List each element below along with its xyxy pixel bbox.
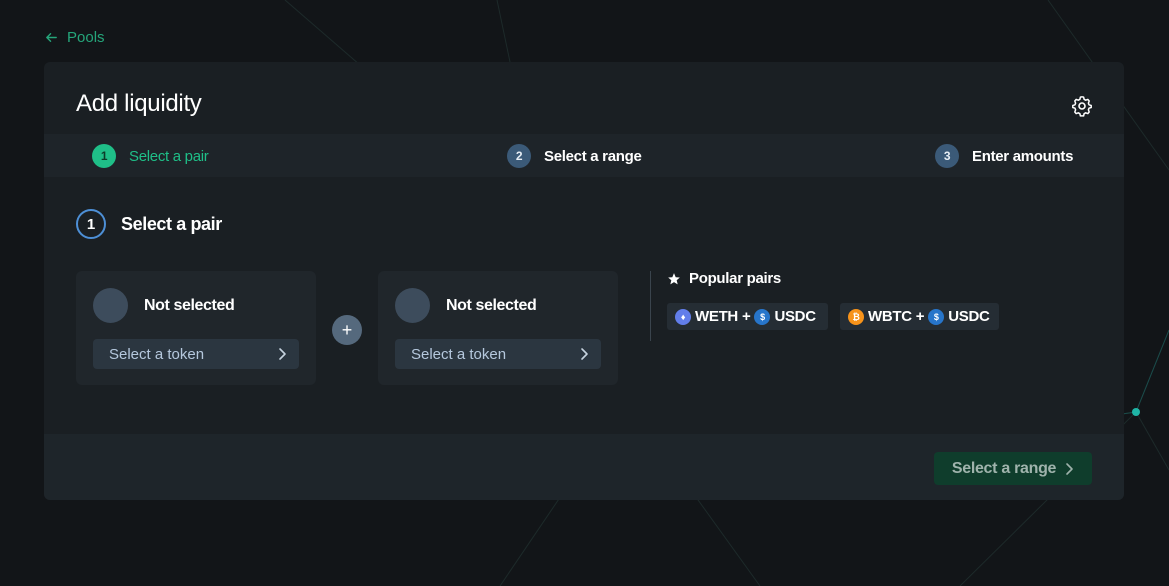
chevron-right-icon bbox=[581, 348, 588, 360]
usdc-icon: $ bbox=[754, 308, 771, 325]
chevron-right-icon bbox=[1066, 462, 1073, 475]
step-label: Enter amounts bbox=[972, 147, 1074, 165]
arrow-left-icon bbox=[46, 32, 57, 42]
token-placeholder-avatar bbox=[395, 288, 430, 323]
settings-gear-icon[interactable] bbox=[1070, 94, 1094, 118]
section-heading: 1 Select a pair bbox=[76, 209, 222, 239]
back-link-label: Pools bbox=[67, 28, 105, 46]
section-label: Select a pair bbox=[121, 213, 222, 234]
stepper: 1 Select a pair 2 Select a range 3 Enter… bbox=[44, 134, 1124, 177]
btc-icon: ₿ bbox=[848, 308, 864, 325]
token-b-box: Not selected Select a token bbox=[378, 271, 618, 385]
token-placeholder-avatar bbox=[93, 288, 128, 323]
pair-base: WBTC bbox=[868, 308, 912, 325]
pair-quote: USDC bbox=[774, 308, 816, 325]
popular-pair-wbtc-usdc[interactable]: ₿ WBTC + $ USDC bbox=[840, 303, 999, 330]
card-header: Add liquidity bbox=[44, 62, 1124, 134]
usdc-icon: $ bbox=[928, 308, 945, 325]
section-number: 1 bbox=[76, 209, 106, 239]
token-a-box: Not selected Select a token bbox=[76, 271, 316, 385]
plus-icon: + bbox=[332, 315, 362, 345]
step-enter-amounts[interactable]: 3 Enter amounts bbox=[935, 144, 1073, 168]
popular-pairs-heading: Popular pairs bbox=[667, 270, 781, 287]
pair-quote: USDC bbox=[948, 308, 990, 325]
select-token-label: Select a token bbox=[109, 345, 205, 363]
popular-pairs-label: Popular pairs bbox=[689, 270, 781, 287]
token-status: Not selected bbox=[144, 297, 235, 314]
step-number: 1 bbox=[92, 144, 116, 168]
select-token-a-button[interactable]: Select a token bbox=[93, 339, 299, 369]
token-status: Not selected bbox=[446, 297, 537, 314]
pair-plus: + bbox=[741, 308, 751, 325]
select-token-label: Select a token bbox=[411, 345, 507, 363]
vertical-divider bbox=[650, 271, 651, 341]
next-button-label: Select a range bbox=[951, 459, 1057, 477]
step-number: 2 bbox=[507, 144, 531, 168]
add-liquidity-card: Add liquidity 1 Select a pair 2 Select a… bbox=[44, 62, 1124, 500]
card-footer: Select a range bbox=[44, 434, 1124, 500]
step-label: Select a range bbox=[544, 147, 642, 165]
step-number: 3 bbox=[935, 144, 959, 168]
step-select-pair[interactable]: 1 Select a pair bbox=[92, 144, 209, 168]
step-select-range[interactable]: 2 Select a range bbox=[507, 144, 642, 168]
eth-icon: ♦ bbox=[675, 308, 691, 325]
chevron-right-icon bbox=[279, 348, 286, 360]
select-token-b-button[interactable]: Select a token bbox=[395, 339, 601, 369]
pair-base: WETH bbox=[695, 308, 738, 325]
next-select-range-button[interactable]: Select a range bbox=[934, 452, 1092, 485]
popular-pair-weth-usdc[interactable]: ♦ WETH + $ USDC bbox=[667, 303, 828, 330]
page-title: Add liquidity bbox=[76, 90, 202, 117]
pair-plus: + bbox=[915, 308, 925, 325]
star-icon bbox=[668, 272, 680, 284]
back-to-pools-link[interactable]: Pools bbox=[44, 27, 105, 47]
step-label: Select a pair bbox=[129, 147, 209, 165]
